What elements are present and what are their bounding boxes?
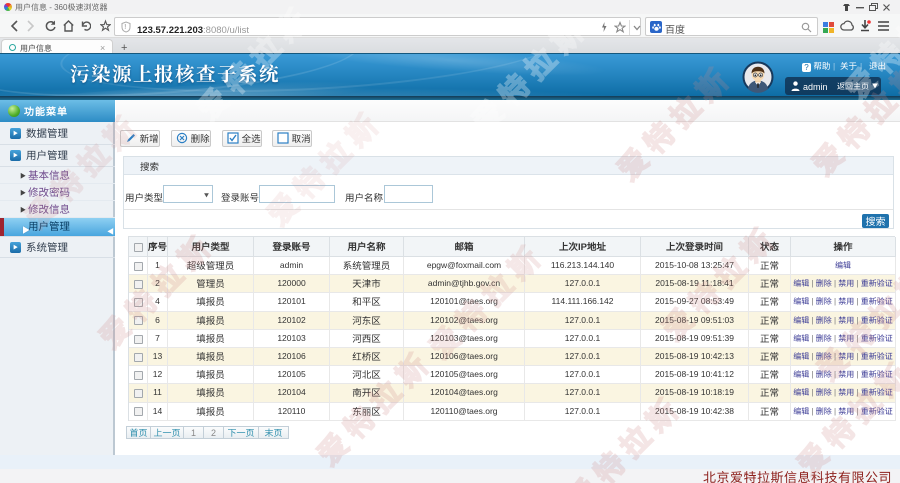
svg-text:!: !: [124, 22, 126, 32]
